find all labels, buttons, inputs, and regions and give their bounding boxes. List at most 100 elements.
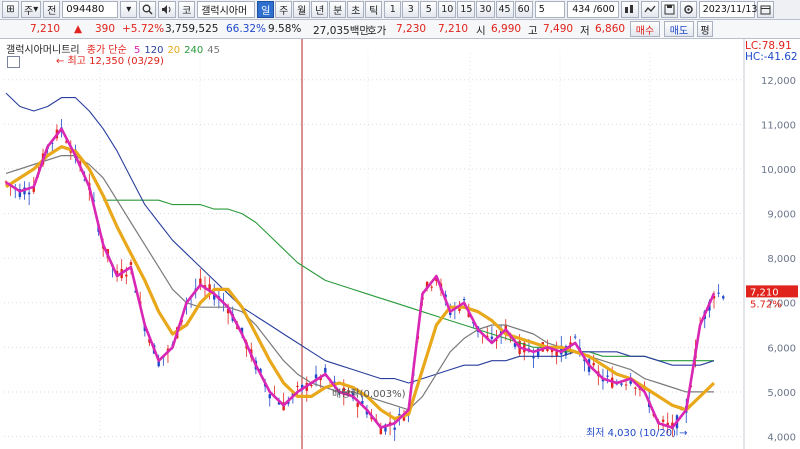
date-field[interactable]: 2023/11/13 [698,1,757,18]
settings-icon[interactable] [679,1,697,18]
calendar-icon[interactable] [756,1,774,18]
candle-body [27,192,31,195]
market-select[interactable]: 주 ▾ [21,1,42,18]
ma-period-20: 20 [167,45,181,56]
minute-unit-30[interactable]: 30 [476,1,495,18]
candle-body [620,383,623,385]
candle-body [722,296,725,299]
trade-amount: 27,035백만 [313,25,370,37]
turnover: 9.58% [268,23,302,35]
ma-periods: 5 120 20 240 45 [134,45,224,56]
candle-body [634,387,637,389]
low-label: 저 [580,25,590,37]
market-label: 주 [24,6,34,17]
up-arrow-icon: ▲ [74,23,83,35]
tab-period-0[interactable]: 일 [257,1,275,18]
candle-body [606,375,609,377]
stock-code-input[interactable]: 094480 [62,1,119,18]
price-tag-text: 7,210 [750,287,779,298]
toolbar-top: ⊞ 주 ▾ 전 094480 ▾ 코 갤럭시아머 일주월년분초틱 1 3 5 10 15 3… [0,0,800,20]
y-tick-label: 12,000 [761,76,796,87]
ex-rights-annotation: 배당락(0.003%) [332,388,406,400]
period-tabs: 일주월년분초틱 [257,1,383,18]
candle-body [624,384,628,386]
volume-ratio: 66.32% [226,23,267,35]
minute-unit-45[interactable]: 45 [495,1,514,18]
open-label: 시 [476,25,486,37]
low-annotation: 최저 4,030 (10/20) → [586,427,688,439]
save-icon[interactable] [660,1,678,18]
chevron-down-icon: ▾ [33,4,39,15]
candle-body [661,419,665,422]
candle-body [296,385,299,387]
ma-period-45: 45 [207,45,220,56]
tab-period-4[interactable]: 분 [329,1,347,18]
quote-bar: 7,210 ▲ 390 +5.72% 3,759,525 66.32% 9.58… [0,20,800,39]
candle-body [430,286,433,288]
hc-value: HC:-41.62 [745,51,798,63]
candle-body [490,336,494,339]
stock-name-field[interactable]: 갤럭시아머 [197,1,256,18]
low-price: 6,860 [595,23,626,35]
minute-unit-5[interactable]: 5 [420,1,438,18]
candle-body [592,363,595,366]
y-tick-label: 5,000 [767,388,796,399]
minute-unit-3[interactable]: 3 [402,1,420,18]
ask-label: 호가 [367,25,387,37]
ask-price-1: 7,230 [396,23,427,35]
indicator-icon[interactable] [620,1,639,18]
chart-legend: 갤럭시아머니트리 종가 단순 5 120 20 240 45 [6,41,228,56]
tab-period-1[interactable]: 주 [275,1,293,18]
grid-toggle-icon[interactable] [7,56,20,68]
high-label: 고 [528,25,538,37]
y-tick-label: 9,000 [767,210,796,221]
ma-line-120 [5,92,715,384]
speaker-icon[interactable] [158,1,177,18]
volume: 3,759,525 [165,23,219,35]
minute-unit-tabs: 1 3 5 10 15 30 45 60 [384,1,533,18]
candle-body [393,427,396,430]
minute-unit-60[interactable]: 60 [514,1,533,18]
page-counter: 434 /600 [566,1,619,18]
price-chart[interactable]: 4,000 5,000 6,000 7,000 8,000 9,000 10,000 11,0… [0,39,800,449]
candle-body [314,374,318,379]
y-tick-label: 8,000 [767,254,796,265]
high-price: 7,490 [543,23,574,35]
korean-toggle[interactable]: 코 [178,1,196,18]
dropdown-button[interactable]: ▾ [120,1,138,18]
sell-button[interactable]: 매도 [664,21,694,37]
candle-body [310,384,313,387]
candle-body [462,298,466,301]
minute-unit-1[interactable]: 1 [384,1,402,18]
type-select[interactable]: 전 [43,1,61,18]
tab-period-3[interactable]: 년 [311,1,329,18]
ma-line-240 [103,199,714,362]
minute-unit-10[interactable]: 10 [438,1,457,18]
ma-type-label: 종가 단순 [86,45,127,56]
y-tick-label: 6,000 [767,343,796,354]
tab-period-2[interactable]: 월 [293,1,311,18]
search-icon[interactable] [139,1,157,18]
candle-body [129,262,133,265]
count-select[interactable]: 5 [534,1,565,18]
candle-body [398,414,401,416]
ma-period-5: 5 [133,45,141,56]
minute-unit-15[interactable]: 15 [457,1,476,18]
layout-icon[interactable]: ⊞ [2,1,19,18]
candle-body [532,356,535,359]
open-price: 6,990 [491,23,522,35]
ma-period-240: 240 [184,45,204,56]
candle-body [125,274,128,277]
candle-body [324,367,327,373]
candle-body [717,292,720,294]
y-tick-label: 4,000 [767,433,796,444]
eval-button[interactable]: 평 [697,21,713,37]
price-change: 390 [95,23,116,35]
trend-icon[interactable] [640,1,659,18]
change-rate: +5.72% [122,23,165,35]
tab-period-6[interactable]: 틱 [365,1,383,18]
tab-period-5[interactable]: 초 [347,1,365,18]
buy-button[interactable]: 매수 [630,21,660,37]
candle-body [573,336,577,338]
chart-canvas[interactable]: 4,0005,0006,0007,0008,0009,00010,00011,0… [0,39,800,449]
